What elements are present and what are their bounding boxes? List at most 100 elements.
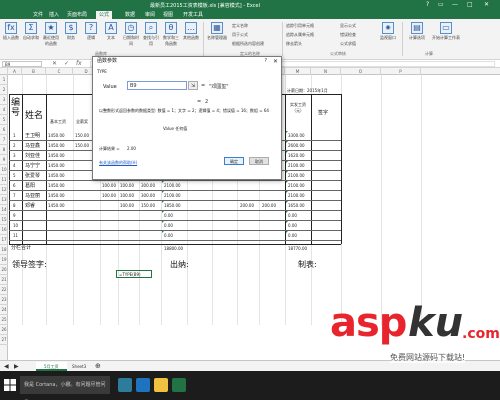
row-header[interactable]: 9 bbox=[0, 155, 8, 165]
name-box[interactable]: B9 bbox=[2, 61, 42, 67]
cell-actual-pay[interactable]: 1650.00 bbox=[288, 203, 305, 208]
select-all-corner[interactable] bbox=[0, 68, 8, 75]
cell-number[interactable]: 6 bbox=[13, 183, 16, 188]
cell-number[interactable]: 11 bbox=[13, 233, 18, 238]
cell-number[interactable]: 2 bbox=[13, 143, 16, 148]
explorer-icon[interactable] bbox=[154, 378, 168, 392]
row-header[interactable]: 21 bbox=[0, 275, 8, 285]
edge-icon[interactable] bbox=[136, 378, 150, 392]
row-header[interactable]: 23 bbox=[0, 295, 8, 305]
cell-actual-pay[interactable]: 3300.00 bbox=[288, 133, 305, 138]
tab-data[interactable]: 数据 bbox=[122, 11, 138, 19]
row-header[interactable]: 3 bbox=[0, 95, 8, 105]
recent-functions-button[interactable]: ★ 最近使用的函数 bbox=[42, 22, 60, 47]
excel-taskbar-icon[interactable] bbox=[172, 378, 186, 392]
column-header[interactable]: B bbox=[22, 68, 46, 75]
cell-name[interactable]: 刘亚佳 bbox=[25, 152, 40, 159]
cell-name[interactable]: 邓睿 bbox=[25, 202, 35, 209]
more-functions-button[interactable]: … 其他函数 bbox=[182, 22, 200, 41]
column-header[interactable]: M bbox=[285, 68, 311, 75]
add-sheet-icon[interactable]: ⊕ bbox=[92, 362, 104, 371]
help-icon[interactable]: ? bbox=[426, 1, 429, 8]
tab-developer[interactable]: 开发工具 bbox=[180, 11, 206, 19]
column-header[interactable]: O bbox=[341, 68, 381, 75]
ribbon-display-icon[interactable]: ▭ bbox=[438, 1, 444, 8]
create-from-selection-button[interactable]: 根据所选内容创建 bbox=[232, 41, 264, 47]
tab-insert[interactable]: 插入 bbox=[46, 11, 62, 19]
row-header[interactable]: 13 bbox=[0, 195, 8, 205]
cell-d[interactable]: 100.00 bbox=[102, 193, 116, 198]
cell-name[interactable]: 马亚鑫 bbox=[25, 142, 40, 149]
tab-page-layout[interactable]: 页面布局 bbox=[64, 11, 90, 19]
cell-actual-pay[interactable]: 2600.00 bbox=[288, 143, 305, 148]
cell-number[interactable]: 3 bbox=[13, 153, 16, 158]
row-header[interactable]: 11 bbox=[0, 175, 8, 185]
cell-name[interactable]: 王卫明 bbox=[25, 132, 40, 139]
cell-name[interactable]: 马亚丽 bbox=[25, 192, 40, 199]
cell-allowance[interactable]: 150.00 bbox=[75, 143, 89, 148]
watch-window-button[interactable]: ◉ 监视窗口 bbox=[378, 22, 398, 41]
active-cell[interactable]: =TYPE(B9) bbox=[116, 270, 152, 278]
cell-number[interactable]: 7 bbox=[13, 193, 16, 198]
cell-number[interactable]: 4 bbox=[13, 163, 16, 168]
cell-name[interactable]: 张爱琴 bbox=[25, 172, 40, 179]
column-header[interactable]: N bbox=[311, 68, 341, 75]
row-header[interactable]: 7 bbox=[0, 135, 8, 145]
cell-actual-pay[interactable]: 2100.00 bbox=[288, 183, 305, 188]
close-button[interactable]: ✕ bbox=[484, 1, 489, 8]
math-trig-button[interactable]: θ 数学和三角函数 bbox=[162, 22, 180, 47]
row-header[interactable]: 27 bbox=[0, 335, 8, 345]
row-header[interactable]: 22 bbox=[0, 285, 8, 295]
cell-number[interactable]: 9 bbox=[13, 213, 16, 218]
remove-arrows-button[interactable]: 移去箭头 bbox=[286, 41, 302, 47]
task-view-icon[interactable] bbox=[118, 378, 132, 392]
cell-g[interactable]: 0.00 bbox=[164, 223, 173, 228]
cell-k[interactable]: 200.00 bbox=[262, 203, 276, 208]
row-header[interactable]: 17 bbox=[0, 235, 8, 245]
cell-actual-pay[interactable]: 1620.00 bbox=[288, 153, 305, 158]
date-time-button[interactable]: ◷ 日期和时间 bbox=[122, 22, 140, 47]
cell-number[interactable]: 8 bbox=[13, 203, 16, 208]
column-header[interactable]: A bbox=[8, 68, 22, 75]
cell-g[interactable]: 0.00 bbox=[164, 233, 173, 238]
row-header[interactable]: 1 bbox=[0, 75, 8, 85]
tab-formulas[interactable]: 公式 bbox=[96, 11, 113, 19]
cell-actual-pay[interactable]: 0.00 bbox=[288, 233, 297, 238]
next-sheet-icon[interactable]: ▶ bbox=[12, 362, 21, 371]
row-header[interactable]: 16 bbox=[0, 225, 8, 235]
row-header[interactable]: 5 bbox=[0, 115, 8, 125]
tab-view[interactable]: 视图 bbox=[160, 11, 176, 19]
trace-dependents-button[interactable]: 追踪从属单元格 bbox=[286, 32, 314, 38]
column-header[interactable]: C bbox=[46, 68, 73, 75]
sheet-tab-sheet3[interactable]: Sheet3 bbox=[64, 362, 94, 371]
sheet-tab-may-salary[interactable]: 5月工资 bbox=[36, 362, 67, 371]
text-button[interactable]: A 文本 bbox=[102, 22, 120, 41]
cell-e[interactable]: 100.00 bbox=[120, 203, 134, 208]
cell-actual-pay[interactable]: 2100.00 bbox=[288, 173, 305, 178]
row-header[interactable]: 12 bbox=[0, 185, 8, 195]
function-help-link[interactable]: 有关该函数的帮助(H) bbox=[99, 160, 137, 166]
maximize-button[interactable]: □ bbox=[467, 1, 473, 8]
cell-base-salary[interactable]: 1450.00 bbox=[48, 153, 65, 158]
row-header[interactable]: 18 bbox=[0, 245, 8, 255]
insert-function-icon[interactable]: fx bbox=[76, 60, 82, 67]
row-header[interactable]: 8 bbox=[0, 145, 8, 155]
row-header[interactable]: 6 bbox=[0, 125, 8, 135]
cell-g[interactable]: 2100.00 bbox=[164, 183, 181, 188]
cell-g[interactable]: 0.00 bbox=[164, 213, 173, 218]
cell-e[interactable]: 100.00 bbox=[120, 183, 134, 188]
autosum-button[interactable]: Σ 自动求和 bbox=[22, 22, 40, 41]
enter-icon[interactable]: ✓ bbox=[64, 60, 69, 67]
cell-base-salary[interactable]: 1450.00 bbox=[48, 183, 65, 188]
cell-d[interactable]: 100.00 bbox=[102, 183, 116, 188]
calc-sheet-button[interactable]: ▭ 开始计算工作表 bbox=[432, 22, 460, 41]
cell-j[interactable]: 200.00 bbox=[240, 203, 254, 208]
cell-number[interactable]: 10 bbox=[13, 223, 18, 228]
name-manager-button[interactable]: ▦ 名称管理器 bbox=[206, 22, 228, 41]
calc-options-button[interactable]: ▤ 计算选项 bbox=[406, 22, 428, 41]
cortana-search-box[interactable]: 我是 Cortana，小娜。有问题尽管问我。 bbox=[20, 376, 110, 394]
windows-start-icon[interactable] bbox=[4, 379, 16, 391]
dialog-help-icon[interactable]: ? bbox=[264, 57, 267, 66]
argument-value-input[interactable]: B9 bbox=[127, 81, 187, 90]
cell-actual-pay[interactable]: 2100.00 bbox=[288, 193, 305, 198]
